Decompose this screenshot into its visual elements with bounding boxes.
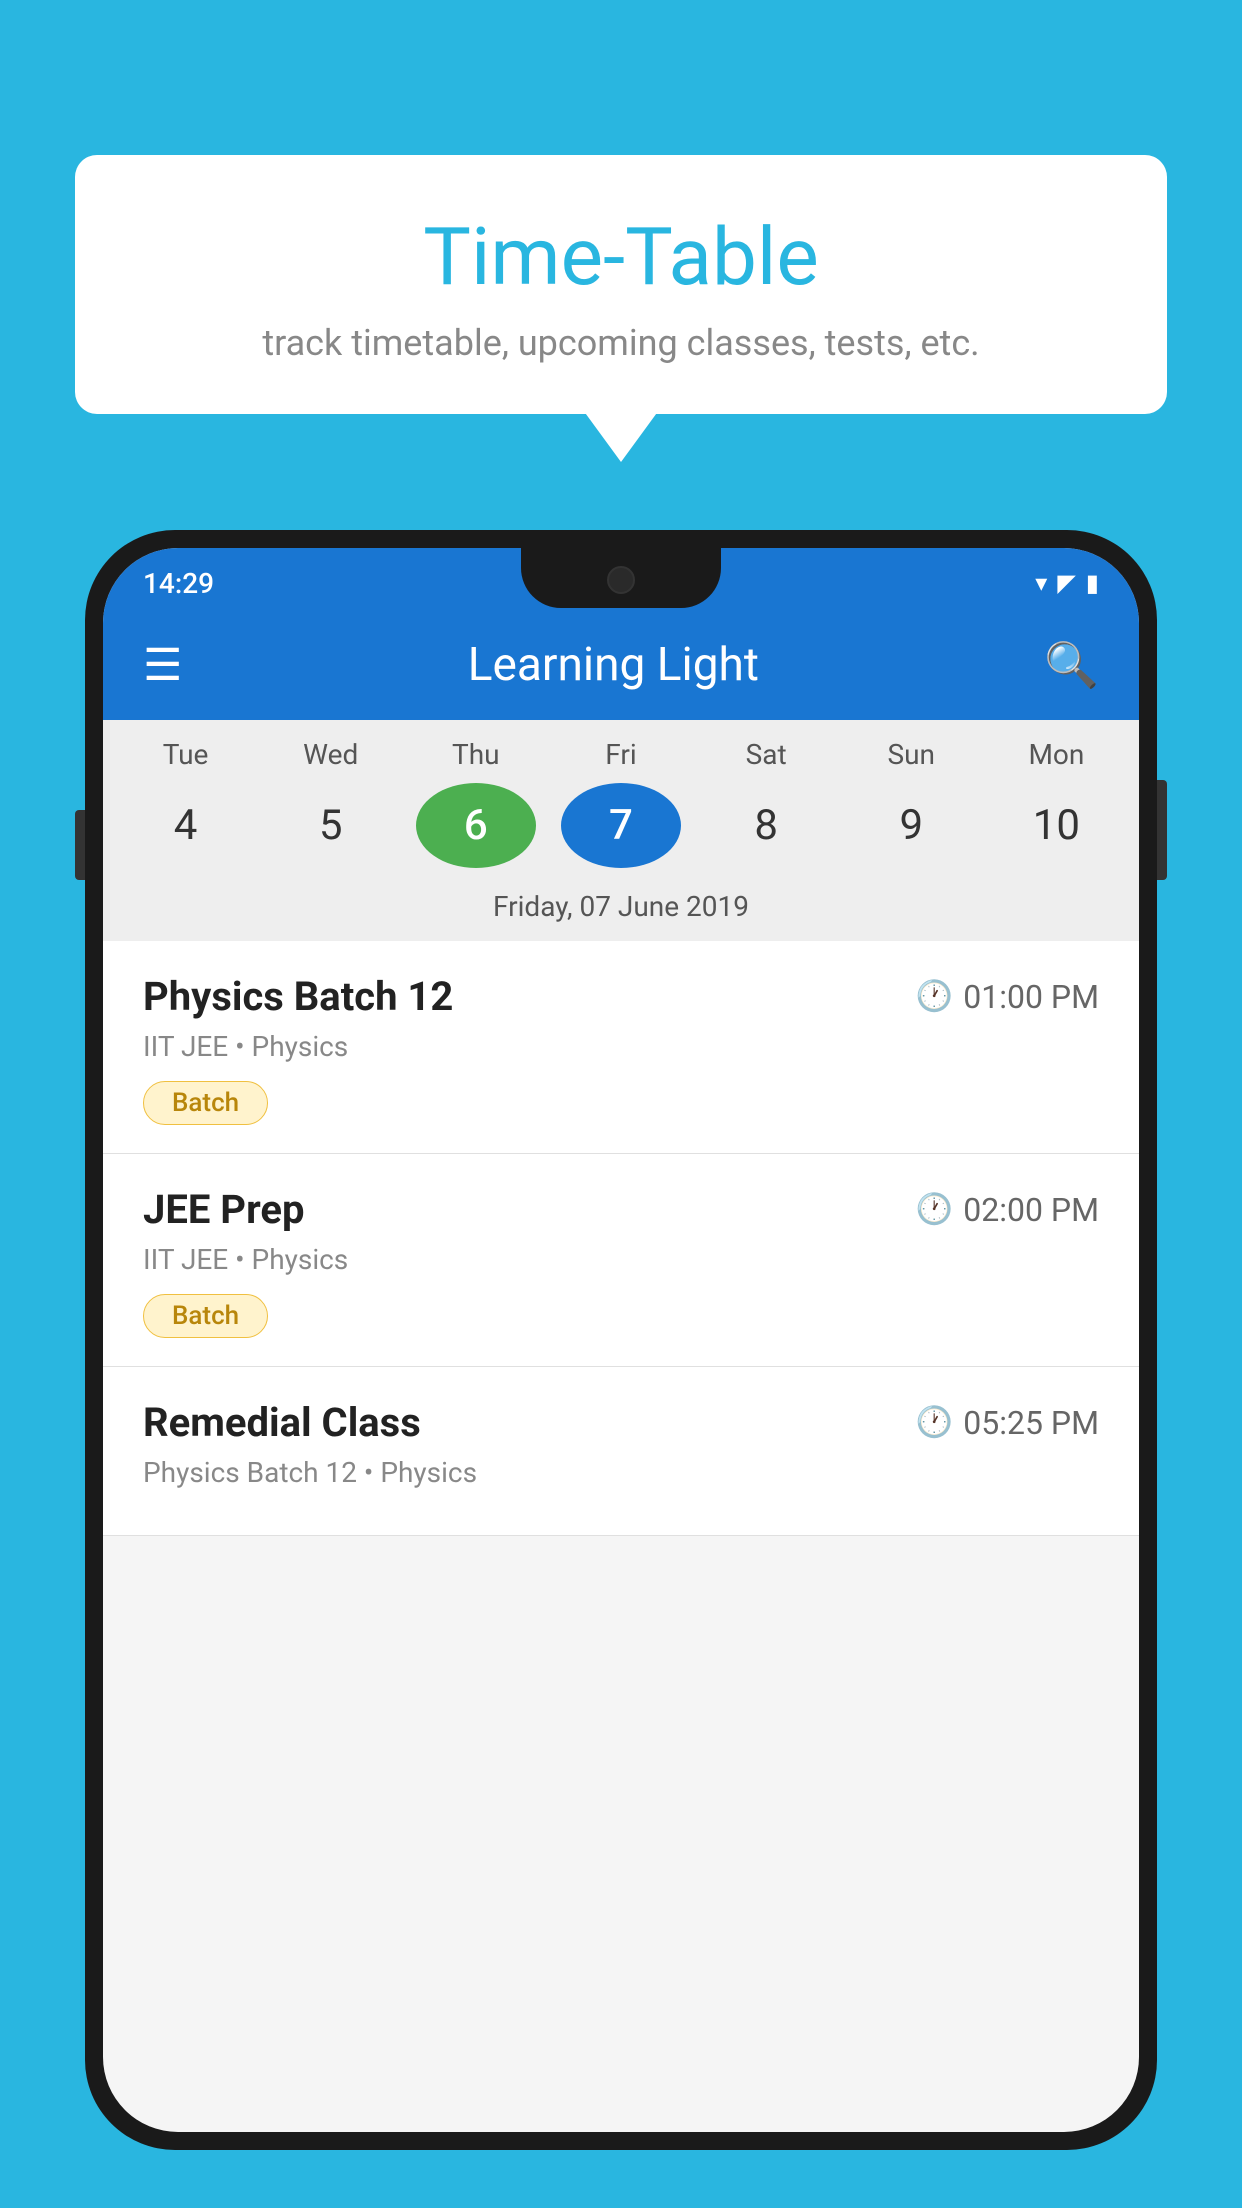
schedule-item-1-header: Physics Batch 12 🕐 01:00 PM <box>143 973 1099 1020</box>
schedule-time-2: 🕐 02:00 PM <box>916 1191 1099 1229</box>
speech-bubble-container: Time-Table track timetable, upcoming cla… <box>75 155 1167 414</box>
schedule-list: Physics Batch 12 🕐 01:00 PM IIT JEE • Ph… <box>103 941 1139 1536</box>
schedule-item-3[interactable]: Remedial Class 🕐 05:25 PM Physics Batch … <box>103 1367 1139 1536</box>
day-7-selected[interactable]: 7 <box>561 783 681 868</box>
power-button <box>1157 780 1167 880</box>
batch-badge-2: Batch <box>143 1294 268 1338</box>
day-header-sun: Sun <box>851 738 971 771</box>
day-header-thu: Thu <box>416 738 536 771</box>
schedule-title-3: Remedial Class <box>143 1399 421 1446</box>
day-6-today[interactable]: 6 <box>416 783 536 868</box>
day-header-fri: Fri <box>561 738 681 771</box>
phone-screen: 14:29 ▾ ◤ ▮ ☰ Learning Light 🔍 Tue Wed T… <box>103 548 1139 2132</box>
schedule-item-2-header: JEE Prep 🕐 02:00 PM <box>143 1186 1099 1233</box>
bubble-title: Time-Table <box>135 210 1107 304</box>
app-bar-title: Learning Light <box>468 638 759 692</box>
clock-icon-3: 🕐 <box>916 1405 953 1440</box>
search-icon[interactable]: 🔍 <box>1044 639 1099 691</box>
bubble-subtitle: track timetable, upcoming classes, tests… <box>135 322 1107 364</box>
speech-bubble: Time-Table track timetable, upcoming cla… <box>75 155 1167 414</box>
schedule-item-1[interactable]: Physics Batch 12 🕐 01:00 PM IIT JEE • Ph… <box>103 941 1139 1154</box>
hamburger-menu-icon[interactable]: ☰ <box>143 639 182 691</box>
batch-badge-1: Batch <box>143 1081 268 1125</box>
schedule-time-3: 🕐 05:25 PM <box>916 1404 1099 1442</box>
phone-camera <box>607 566 635 594</box>
day-header-sat: Sat <box>706 738 826 771</box>
schedule-subtitle-2: IIT JEE • Physics <box>143 1243 1099 1276</box>
day-header-tue: Tue <box>126 738 246 771</box>
status-time: 14:29 <box>143 567 214 600</box>
signal-icon: ◤ <box>1057 569 1075 597</box>
phone-mockup: 14:29 ▾ ◤ ▮ ☰ Learning Light 🔍 Tue Wed T… <box>85 530 1157 2208</box>
phone-outer: 14:29 ▾ ◤ ▮ ☰ Learning Light 🔍 Tue Wed T… <box>85 530 1157 2150</box>
calendar-strip: Tue Wed Thu Fri Sat Sun Mon 4 5 6 7 8 9 … <box>103 720 1139 941</box>
day-10[interactable]: 10 <box>996 783 1116 868</box>
clock-icon-2: 🕐 <box>916 1192 953 1227</box>
app-bar: ☰ Learning Light 🔍 <box>103 610 1139 720</box>
day-header-wed: Wed <box>271 738 391 771</box>
schedule-item-2[interactable]: JEE Prep 🕐 02:00 PM IIT JEE • Physics Ba… <box>103 1154 1139 1367</box>
day-headers: Tue Wed Thu Fri Sat Sun Mon <box>103 738 1139 783</box>
clock-icon-1: 🕐 <box>916 979 953 1014</box>
volume-button <box>75 810 85 880</box>
phone-notch <box>521 548 721 608</box>
day-9[interactable]: 9 <box>851 783 971 868</box>
selected-date-label: Friday, 07 June 2019 <box>103 880 1139 941</box>
schedule-time-1: 🕐 01:00 PM <box>916 978 1099 1016</box>
schedule-title-2: JEE Prep <box>143 1186 304 1233</box>
day-8[interactable]: 8 <box>706 783 826 868</box>
day-4[interactable]: 4 <box>126 783 246 868</box>
day-5[interactable]: 5 <box>271 783 391 868</box>
schedule-subtitle-3: Physics Batch 12 • Physics <box>143 1456 1099 1489</box>
schedule-item-3-header: Remedial Class 🕐 05:25 PM <box>143 1399 1099 1446</box>
day-header-mon: Mon <box>996 738 1116 771</box>
status-icons: ▾ ◤ ▮ <box>1035 569 1099 597</box>
battery-icon: ▮ <box>1086 569 1099 597</box>
wifi-icon: ▾ <box>1035 569 1047 597</box>
schedule-subtitle-1: IIT JEE • Physics <box>143 1030 1099 1063</box>
schedule-title-1: Physics Batch 12 <box>143 973 453 1020</box>
day-numbers: 4 5 6 7 8 9 10 <box>103 783 1139 880</box>
